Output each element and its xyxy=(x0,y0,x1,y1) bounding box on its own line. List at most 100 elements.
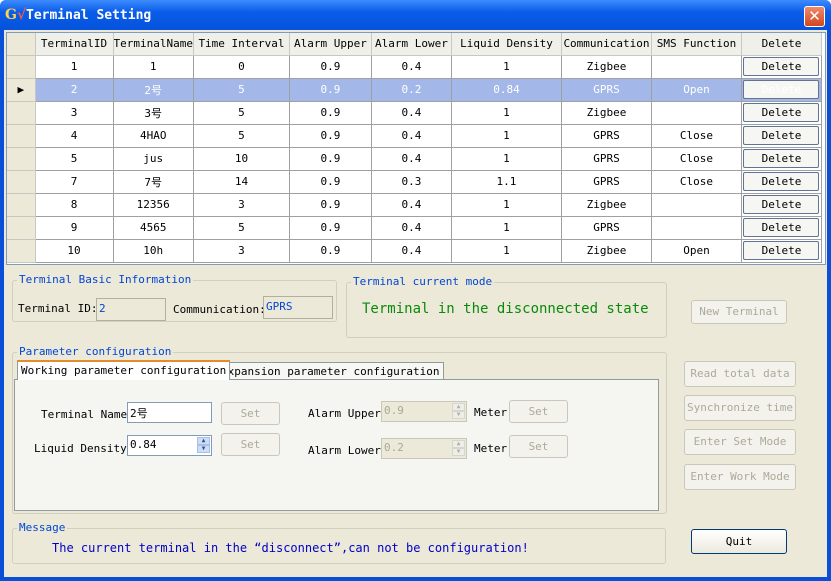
table-cell-interval[interactable]: 5 xyxy=(193,216,290,240)
table-cell-sms[interactable] xyxy=(651,55,742,79)
delete-row-button[interactable]: Delete xyxy=(743,126,820,145)
table-row[interactable]: 4 4HAO 5 0.9 0.4 1 GPRS Close Delete xyxy=(7,124,822,148)
table-cell-name[interactable]: 7号 xyxy=(113,170,194,194)
alarm-upper-stepper[interactable]: 0.9 ▲ ▼ xyxy=(381,401,467,422)
terminal-name-input[interactable]: 2号 xyxy=(127,402,212,423)
column-header[interactable]: Communication xyxy=(561,33,652,56)
spin-down-icon[interactable]: ▼ xyxy=(197,445,210,453)
table-cell-upper[interactable]: 0.9 xyxy=(289,239,372,263)
table-cell-id[interactable]: 5 xyxy=(35,147,114,171)
table-cell-id[interactable]: 3 xyxy=(35,101,114,125)
table-cell-density[interactable]: 0.84 xyxy=(451,78,562,102)
communication-field[interactable]: GPRS xyxy=(263,296,333,319)
column-header[interactable]: TerminalName xyxy=(113,33,194,56)
table-cell-upper[interactable]: 0.9 xyxy=(289,55,372,79)
set-liquid-density-button[interactable]: Set xyxy=(221,433,280,456)
column-header[interactable]: Time Interval xyxy=(193,33,290,56)
table-cell-name[interactable]: 1 xyxy=(113,55,194,79)
table-cell-upper[interactable]: 0.9 xyxy=(289,78,372,102)
table-cell-upper[interactable]: 0.9 xyxy=(289,147,372,171)
column-header[interactable]: TerminalID xyxy=(35,33,114,56)
row-selector[interactable]: ▶ xyxy=(7,78,36,102)
table-cell-comm[interactable]: Zigbee xyxy=(561,193,652,217)
table-cell-upper[interactable]: 0.9 xyxy=(289,193,372,217)
table-cell-name[interactable]: 10h xyxy=(113,239,194,263)
column-header[interactable]: Delete xyxy=(741,33,822,56)
table-row[interactable]: 10 10h 3 0.9 0.4 1 Zigbee Open Delete xyxy=(7,239,822,263)
table-cell-comm[interactable]: GPRS xyxy=(561,124,652,148)
table-cell-sms[interactable]: Close xyxy=(651,124,742,148)
table-cell-name[interactable]: 4565 xyxy=(113,216,194,240)
table-cell-id[interactable]: 4 xyxy=(35,124,114,148)
table-cell-lower[interactable]: 0.4 xyxy=(371,55,452,79)
close-button[interactable]: ✕ xyxy=(804,6,825,27)
terminal-grid[interactable]: TerminalID TerminalName Time Interval Alarm… xyxy=(6,32,826,265)
table-cell-lower[interactable]: 0.4 xyxy=(371,101,452,125)
delete-row-button[interactable]: Delete xyxy=(743,241,820,260)
table-cell-upper[interactable]: 0.9 xyxy=(289,101,372,125)
table-row[interactable]: 5 jus 10 0.9 0.4 1 GPRS Close Delete xyxy=(7,147,822,171)
spin-up-icon[interactable]: ▲ xyxy=(452,440,465,448)
set-alarm-upper-button[interactable]: Set xyxy=(509,400,568,423)
table-cell-id[interactable]: 8 xyxy=(35,193,114,217)
table-cell-interval[interactable]: 3 xyxy=(193,193,290,217)
table-cell-density[interactable]: 1 xyxy=(451,101,562,125)
read-total-data-button[interactable]: Read total data xyxy=(684,361,796,387)
table-cell-lower[interactable]: 0.4 xyxy=(371,147,452,171)
table-row[interactable]: 8 12356 3 0.9 0.4 1 Zigbee Delete xyxy=(7,193,822,217)
table-cell-interval[interactable]: 5 xyxy=(193,124,290,148)
table-cell-name[interactable]: 12356 xyxy=(113,193,194,217)
enter-work-mode-button[interactable]: Enter Work Mode xyxy=(684,464,796,490)
table-row[interactable]: 1 1 0 0.9 0.4 1 Zigbee Delete xyxy=(7,55,822,79)
row-selector[interactable] xyxy=(7,55,36,79)
delete-row-button[interactable]: Delete xyxy=(743,57,820,76)
table-cell-density[interactable]: 1 xyxy=(451,216,562,240)
table-cell-comm[interactable]: GPRS xyxy=(561,216,652,240)
spin-down-icon[interactable]: ▼ xyxy=(452,411,465,419)
table-cell-density[interactable]: 1.1 xyxy=(451,170,562,194)
table-cell-comm[interactable]: Zigbee xyxy=(561,55,652,79)
quit-button[interactable]: Quit xyxy=(691,529,787,554)
table-cell-lower[interactable]: 0.4 xyxy=(371,193,452,217)
row-selector[interactable] xyxy=(7,193,36,217)
table-row[interactable]: 3 3号 5 0.9 0.4 1 Zigbee Delete xyxy=(7,101,822,125)
table-cell-interval[interactable]: 14 xyxy=(193,170,290,194)
table-cell-upper[interactable]: 0.9 xyxy=(289,216,372,240)
row-selector[interactable] xyxy=(7,170,36,194)
table-cell-name[interactable]: 2号 xyxy=(113,78,194,102)
row-selector[interactable] xyxy=(7,124,36,148)
table-cell-interval[interactable]: 5 xyxy=(193,101,290,125)
table-cell-comm[interactable]: Zigbee xyxy=(561,239,652,263)
delete-row-button[interactable]: Delete xyxy=(743,149,820,168)
title-bar[interactable]: G√ Terminal Setting ✕ xyxy=(0,0,831,30)
set-terminal-name-button[interactable]: Set xyxy=(221,402,280,425)
table-cell-density[interactable]: 1 xyxy=(451,55,562,79)
row-selector[interactable] xyxy=(7,216,36,240)
table-cell-upper[interactable]: 0.9 xyxy=(289,124,372,148)
table-cell-id[interactable]: 7 xyxy=(35,170,114,194)
table-cell-interval[interactable]: 10 xyxy=(193,147,290,171)
synchronize-time-button[interactable]: Synchronize time xyxy=(684,395,796,421)
terminal-id-field[interactable]: 2 xyxy=(96,298,166,321)
table-cell-lower[interactable]: 0.3 xyxy=(371,170,452,194)
table-row[interactable]: 9 4565 5 0.9 0.4 1 GPRS Delete xyxy=(7,216,822,240)
table-cell-sms[interactable]: Open xyxy=(651,78,742,102)
table-cell-interval[interactable]: 0 xyxy=(193,55,290,79)
table-cell-comm[interactable]: GPRS xyxy=(561,170,652,194)
spin-down-icon[interactable]: ▼ xyxy=(452,448,465,456)
table-cell-upper[interactable]: 0.9 xyxy=(289,170,372,194)
table-cell-comm[interactable]: GPRS xyxy=(561,147,652,171)
table-cell-sms[interactable]: Open xyxy=(651,239,742,263)
tab-expansion-parameter-configuration[interactable]: Expansion parameter configuration xyxy=(217,362,444,380)
set-alarm-lower-button[interactable]: Set xyxy=(509,435,568,458)
table-cell-density[interactable]: 1 xyxy=(451,193,562,217)
table-cell-sms[interactable] xyxy=(651,101,742,125)
table-cell-sms[interactable]: Close xyxy=(651,170,742,194)
table-cell-id[interactable]: 1 xyxy=(35,55,114,79)
table-cell-sms[interactable] xyxy=(651,193,742,217)
table-cell-id[interactable]: 9 xyxy=(35,216,114,240)
table-cell-comm[interactable]: GPRS xyxy=(561,78,652,102)
column-header[interactable]: SMS Function xyxy=(651,33,742,56)
table-cell-density[interactable]: 1 xyxy=(451,239,562,263)
table-cell-lower[interactable]: 0.4 xyxy=(371,216,452,240)
